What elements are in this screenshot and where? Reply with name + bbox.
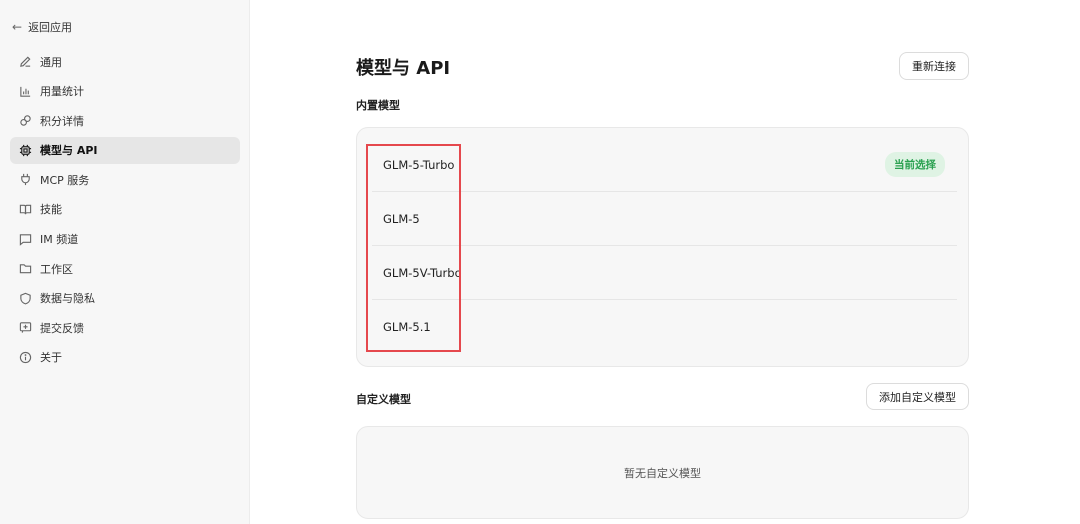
model-row-glm-5-1[interactable]: GLM-5.1: [372, 300, 957, 354]
sidebar-item-mcp[interactable]: MCP 服务: [10, 166, 240, 193]
model-row-glm-5[interactable]: GLM-5: [372, 192, 957, 246]
book-icon: [19, 203, 32, 216]
chip-icon: [19, 144, 32, 157]
model-name: GLM-5.1: [383, 320, 431, 334]
model-row-glm-5v-turbo[interactable]: GLM-5V-Turbo: [372, 246, 957, 300]
sidebar-item-label: 关于: [40, 351, 62, 365]
current-selection-badge: 当前选择: [885, 152, 945, 177]
coins-icon: [19, 114, 32, 127]
reconnect-button[interactable]: 重新连接: [899, 52, 969, 80]
sidebar-item-credits[interactable]: 积分详情: [10, 107, 240, 134]
sidebar-item-label: 技能: [40, 203, 62, 217]
sidebar-item-label: 工作区: [40, 262, 73, 276]
main-content: 模型与 API 重新连接 内置模型 GLM-5-Turbo 当前选择 GLM-5…: [251, 0, 1080, 524]
sidebar-item-label: 用量统计: [40, 85, 84, 99]
sidebar-item-label: 积分详情: [40, 114, 84, 128]
sidebar-item-general[interactable]: 通用: [10, 48, 240, 75]
back-link-label: 返回应用: [28, 21, 73, 34]
sidebar-item-label: IM 频道: [40, 233, 79, 247]
sidebar-item-models-api[interactable]: 模型与 API: [10, 136, 240, 164]
model-name: GLM-5-Turbo: [383, 157, 455, 172]
builtin-models-heading: 内置模型: [356, 99, 400, 112]
sidebar-item-label: MCP 服务: [40, 173, 90, 187]
model-name: GLM-5V-Turbo: [383, 265, 462, 280]
folder-icon: [19, 262, 32, 275]
pencil-icon: [19, 55, 32, 68]
sidebar-item-privacy[interactable]: 数据与隐私: [10, 285, 240, 312]
model-row-glm-5-turbo[interactable]: GLM-5-Turbo 当前选择: [372, 138, 957, 192]
sidebar-item-label: 提交反馈: [40, 321, 84, 335]
sidebar-item-feedback[interactable]: 提交反馈: [10, 314, 240, 341]
sidebar-item-workspace[interactable]: 工作区: [10, 255, 240, 282]
empty-state-text: 暂无自定义模型: [624, 466, 701, 480]
plug-icon: [19, 173, 32, 186]
custom-models-empty-state: 暂无自定义模型: [356, 426, 969, 519]
shield-icon: [19, 292, 32, 305]
bar-chart-icon: [19, 85, 32, 98]
feedback-icon: [19, 321, 32, 334]
page-title: 模型与 API: [356, 58, 451, 79]
sidebar-item-im[interactable]: IM 频道: [10, 226, 240, 253]
sidebar-item-about[interactable]: 关于: [10, 344, 240, 371]
builtin-models-list: GLM-5-Turbo 当前选择 GLM-5 GLM-5V-Turbo GLM-…: [356, 127, 969, 367]
sidebar-item-label: 数据与隐私: [40, 292, 95, 306]
sidebar-item-label: 模型与 API: [40, 144, 98, 158]
sidebar-item-skills[interactable]: 技能: [10, 196, 240, 223]
app-window: ← 返回应用 通用 用量统计 积分详情 模型与 API MCP 服务 技能 IM…: [0, 0, 1080, 524]
info-icon: [19, 351, 32, 364]
sidebar-item-usage[interactable]: 用量统计: [10, 78, 240, 105]
sidebar: ← 返回应用 通用 用量统计 积分详情 模型与 API MCP 服务 技能 IM…: [0, 0, 250, 524]
sidebar-item-label: 通用: [40, 55, 62, 69]
model-name: GLM-5: [383, 211, 420, 226]
custom-models-heading: 自定义模型: [356, 393, 411, 406]
chat-icon: [19, 233, 32, 246]
settings-nav: 通用 用量统计 积分详情 模型与 API MCP 服务 技能 IM 频道 工作区…: [10, 48, 240, 374]
back-to-app-link[interactable]: ← 返回应用: [12, 17, 72, 37]
add-custom-model-button[interactable]: 添加自定义模型: [866, 383, 969, 410]
arrow-left-icon: ←: [12, 20, 23, 34]
